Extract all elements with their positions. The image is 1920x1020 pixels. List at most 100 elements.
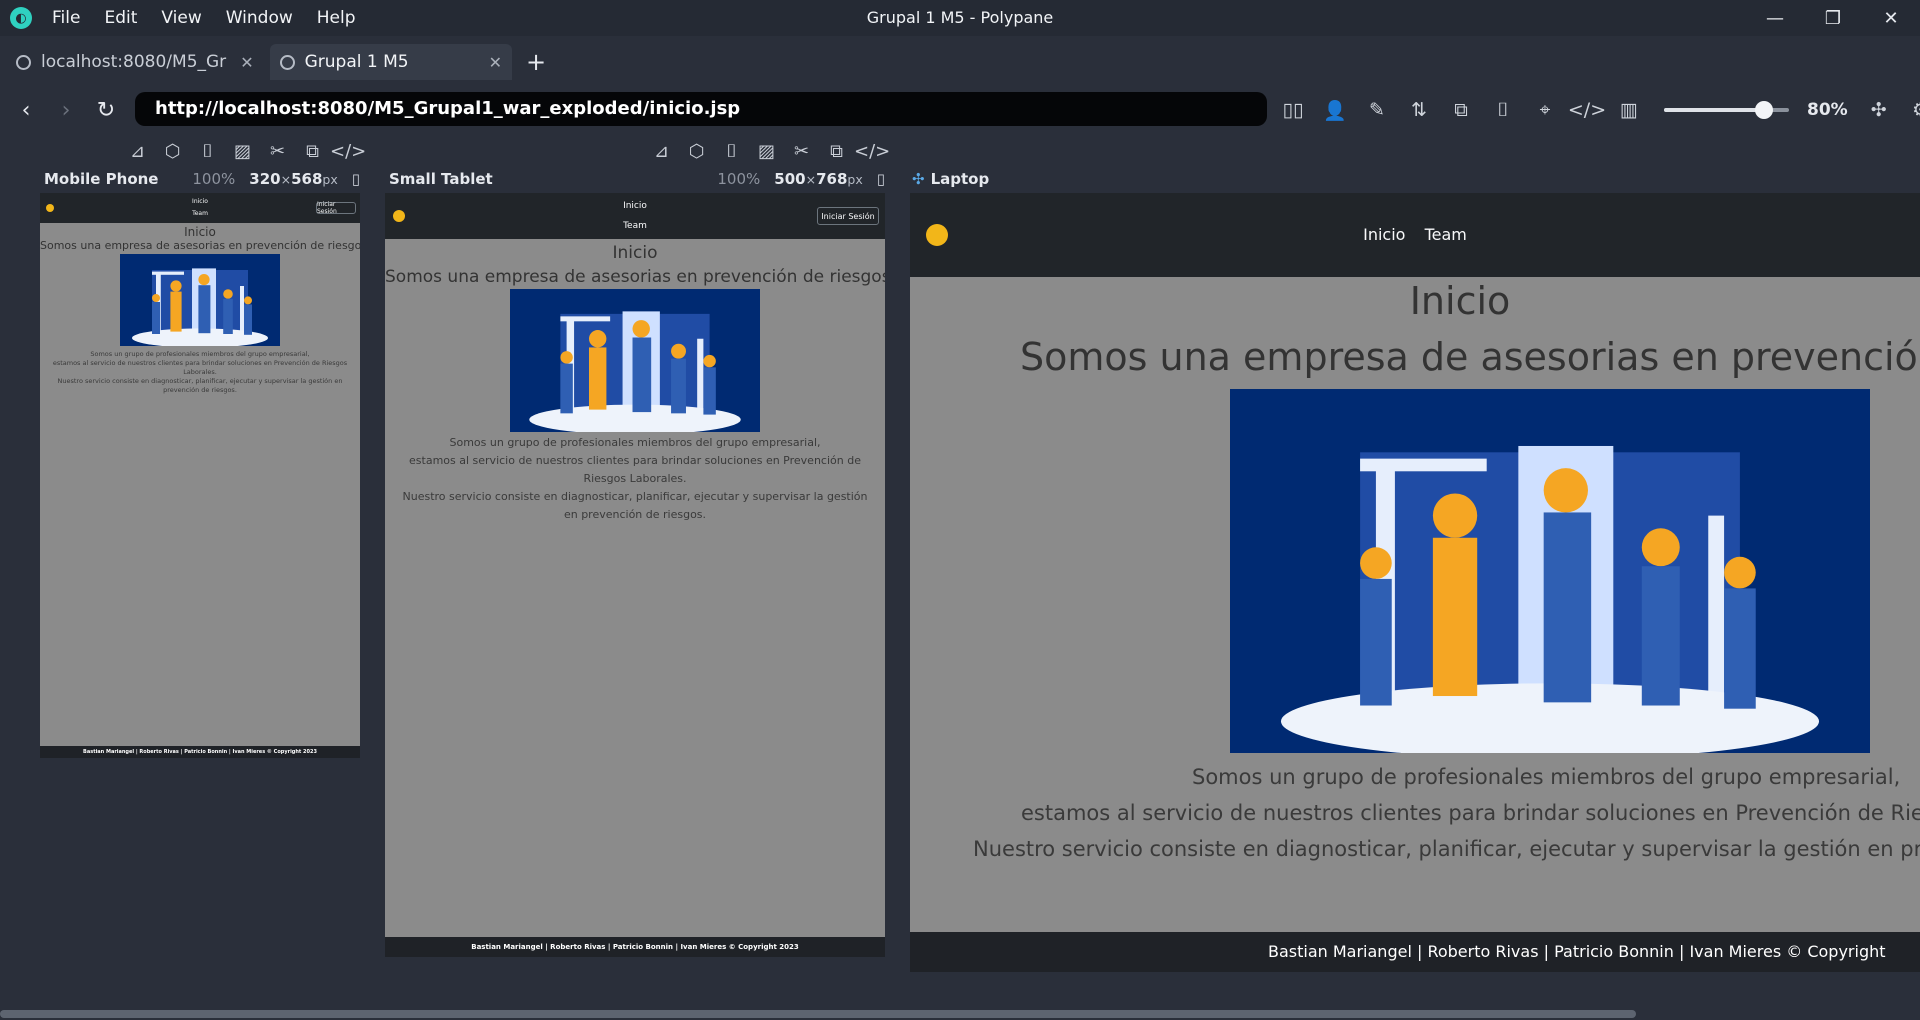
pane-name[interactable]: Mobile Phone bbox=[44, 170, 158, 188]
tab-localhost[interactable]: localhost:8080/M5_Gr ✕ bbox=[6, 44, 264, 80]
forward-icon[interactable]: › bbox=[46, 98, 86, 123]
menu-edit[interactable]: Edit bbox=[104, 8, 137, 28]
close-tab-icon[interactable]: ✕ bbox=[489, 53, 502, 72]
menu-help[interactable]: Help bbox=[317, 8, 356, 28]
nav-links: Inicio Team bbox=[40, 196, 360, 220]
tablet-pane-toolbar: ⊿ ⬡ ⌷ ▨ ✂ ⧉ </> bbox=[644, 139, 890, 163]
close-window-icon[interactable]: ✕ bbox=[1862, 0, 1920, 36]
nav-team[interactable]: Team bbox=[1425, 225, 1467, 244]
page-subtitle: Somos una empresa de asesorias en preven… bbox=[385, 267, 885, 287]
new-tab-icon[interactable]: + bbox=[526, 48, 546, 76]
intro-line-1: Somos un grupo de profesionales miembros… bbox=[1192, 765, 1901, 789]
site-navbar: Inicio Team Iniciar Sesión bbox=[385, 193, 885, 239]
close-tab-icon[interactable]: ✕ bbox=[240, 53, 253, 72]
laptop-pane-header: ✣ Laptop bbox=[912, 168, 989, 190]
login-button[interactable]: Iniciar Sesión bbox=[316, 201, 356, 215]
pane-zoom: 100% bbox=[192, 170, 236, 188]
emulation-icon[interactable]: ⧉ bbox=[295, 141, 330, 162]
address-bar: ‹ › ↻ http://localhost:8080/M5_Grupal1_w… bbox=[0, 88, 1920, 132]
panes-count-icon[interactable]: ⧉ bbox=[1440, 99, 1482, 121]
debug-icon[interactable]: ✂ bbox=[260, 141, 295, 162]
zoom-value: 80% bbox=[1807, 100, 1848, 120]
site-footer: Bastian Mariangel | Roberto Rivas | Patr… bbox=[40, 746, 360, 758]
workers-illustration bbox=[1230, 389, 1870, 753]
polypane-logo-icon: ◐ bbox=[10, 7, 32, 29]
nav-links: Inicio Team bbox=[385, 196, 885, 236]
site-footer: Bastian Mariangel | Roberto Rivas | Patr… bbox=[910, 932, 1920, 972]
pane-dimensions[interactable]: 500×768px bbox=[774, 170, 862, 188]
layout-icon[interactable]: ▯▯ bbox=[1272, 99, 1314, 121]
tablet-viewport: Inicio Team Iniciar Sesión Inicio Somos … bbox=[385, 193, 885, 957]
intro-line-2: estamos al servicio de nuestros clientes… bbox=[409, 454, 861, 485]
screenshot-icon[interactable]: ⌷ bbox=[714, 141, 749, 162]
zoom-slider[interactable] bbox=[1664, 101, 1789, 119]
nav-inicio[interactable]: Inicio bbox=[1363, 225, 1405, 244]
page-subtitle: Somos una empresa de asesorias en preven… bbox=[1020, 335, 1920, 379]
intro-line-1: Somos un grupo de profesionales miembros… bbox=[449, 436, 821, 449]
minimize-icon[interactable]: — bbox=[1746, 0, 1804, 36]
nav-inicio[interactable]: Inicio bbox=[385, 196, 885, 216]
intro-line-3: Nuestro servicio consiste en diagnostica… bbox=[973, 837, 1920, 861]
devtools-icon[interactable]: </> bbox=[854, 141, 890, 162]
code-icon[interactable]: </> bbox=[1566, 99, 1608, 121]
image-icon[interactable]: ▨ bbox=[749, 141, 784, 162]
tab-label: Grupal 1 M5 bbox=[304, 52, 409, 72]
page-title: Inicio bbox=[612, 243, 658, 263]
intro-text: Somos un grupo de profesionales miembros… bbox=[40, 350, 360, 395]
tablet-icon[interactable]: ▯ bbox=[877, 170, 885, 188]
globe-icon bbox=[16, 54, 31, 70]
restore-icon[interactable]: ❐ bbox=[1804, 0, 1862, 36]
emulation-icon[interactable]: ⧉ bbox=[819, 141, 854, 162]
nav-inicio[interactable]: Inicio bbox=[40, 196, 360, 208]
horizontal-scrollbar[interactable] bbox=[0, 1010, 1636, 1018]
title-bar: ◐ File Edit View Window Help Grupal 1 M5… bbox=[0, 0, 1920, 36]
intro-text: Somos un grupo de profesionales miembros… bbox=[385, 434, 885, 524]
workers-illustration bbox=[510, 289, 760, 432]
tab-grupal[interactable]: Grupal 1 M5 ✕ bbox=[269, 44, 512, 80]
phone-icon[interactable]: ▯ bbox=[352, 170, 360, 188]
pane-zoom: 100% bbox=[717, 170, 761, 188]
page-subtitle: Somos una empresa de asesorias en preven… bbox=[40, 239, 360, 252]
screenshot-icon[interactable]: ⌷ bbox=[190, 141, 225, 162]
workers-illustration bbox=[120, 254, 280, 346]
menu-view[interactable]: View bbox=[161, 8, 201, 28]
devtools-icon[interactable]: </> bbox=[330, 141, 366, 162]
sync-icon[interactable]: ⇅ bbox=[1398, 99, 1440, 121]
reload-icon[interactable]: ↻ bbox=[86, 98, 126, 123]
debug-icon[interactable]: ✂ bbox=[784, 141, 819, 162]
nav-team[interactable]: Team bbox=[40, 208, 360, 220]
page-title: Inicio bbox=[1409, 279, 1511, 323]
ruler-icon[interactable]: ⊿ bbox=[644, 141, 679, 162]
zoom-slider-knob[interactable] bbox=[1755, 101, 1773, 119]
settings-icon[interactable]: ⚙ bbox=[1900, 99, 1920, 121]
pane-name[interactable]: Laptop bbox=[931, 170, 990, 188]
sidebar-icon[interactable]: ▥ bbox=[1608, 99, 1650, 121]
url-input[interactable]: http://localhost:8080/M5_Grupal1_war_exp… bbox=[135, 92, 1267, 126]
cursor-icon[interactable]: ⌖ bbox=[1524, 99, 1566, 121]
menu-file[interactable]: File bbox=[52, 8, 80, 28]
mobile-pane-toolbar: ⊿ ⬡ ⌷ ▨ ✂ ⧉ </> bbox=[120, 139, 366, 163]
pencil-icon[interactable]: ✎ bbox=[1356, 99, 1398, 121]
overlay-icon[interactable]: ⬡ bbox=[679, 141, 714, 162]
camera-icon[interactable]: ⌷ bbox=[1482, 99, 1524, 121]
back-icon[interactable]: ‹ bbox=[6, 98, 46, 123]
puzzle-icon: ✣ bbox=[912, 170, 925, 188]
intro-line-1: Somos un grupo de profesionales miembros… bbox=[90, 350, 310, 358]
ruler-icon[interactable]: ⊿ bbox=[120, 141, 155, 162]
overlay-icon[interactable]: ⬡ bbox=[155, 141, 190, 162]
nav-team[interactable]: Team bbox=[385, 216, 885, 236]
intro-line-2: estamos al servicio de nuestros clientes… bbox=[1021, 801, 1920, 825]
tab-bar: localhost:8080/M5_Gr ✕ Grupal 1 M5 ✕ + bbox=[0, 44, 1920, 80]
user-icon[interactable]: 👤 bbox=[1314, 99, 1356, 122]
extensions-icon[interactable]: ✣ bbox=[1858, 99, 1900, 121]
login-button[interactable]: Iniciar Sesión bbox=[817, 207, 879, 225]
intro-text: Somos un grupo de profesionales miembros… bbox=[910, 759, 1920, 867]
site-navbar: Inicio Team Iniciar Sesión bbox=[40, 193, 360, 223]
menu-bar: File Edit View Window Help bbox=[52, 8, 380, 28]
mobile-viewport: Inicio Team Iniciar Sesión Inicio Somos … bbox=[40, 193, 360, 758]
pane-name[interactable]: Small Tablet bbox=[389, 170, 493, 188]
image-icon[interactable]: ▨ bbox=[225, 141, 260, 162]
zoom-slider-fill bbox=[1664, 108, 1764, 112]
pane-dimensions[interactable]: 320×568px bbox=[249, 170, 337, 188]
menu-window[interactable]: Window bbox=[226, 8, 293, 28]
